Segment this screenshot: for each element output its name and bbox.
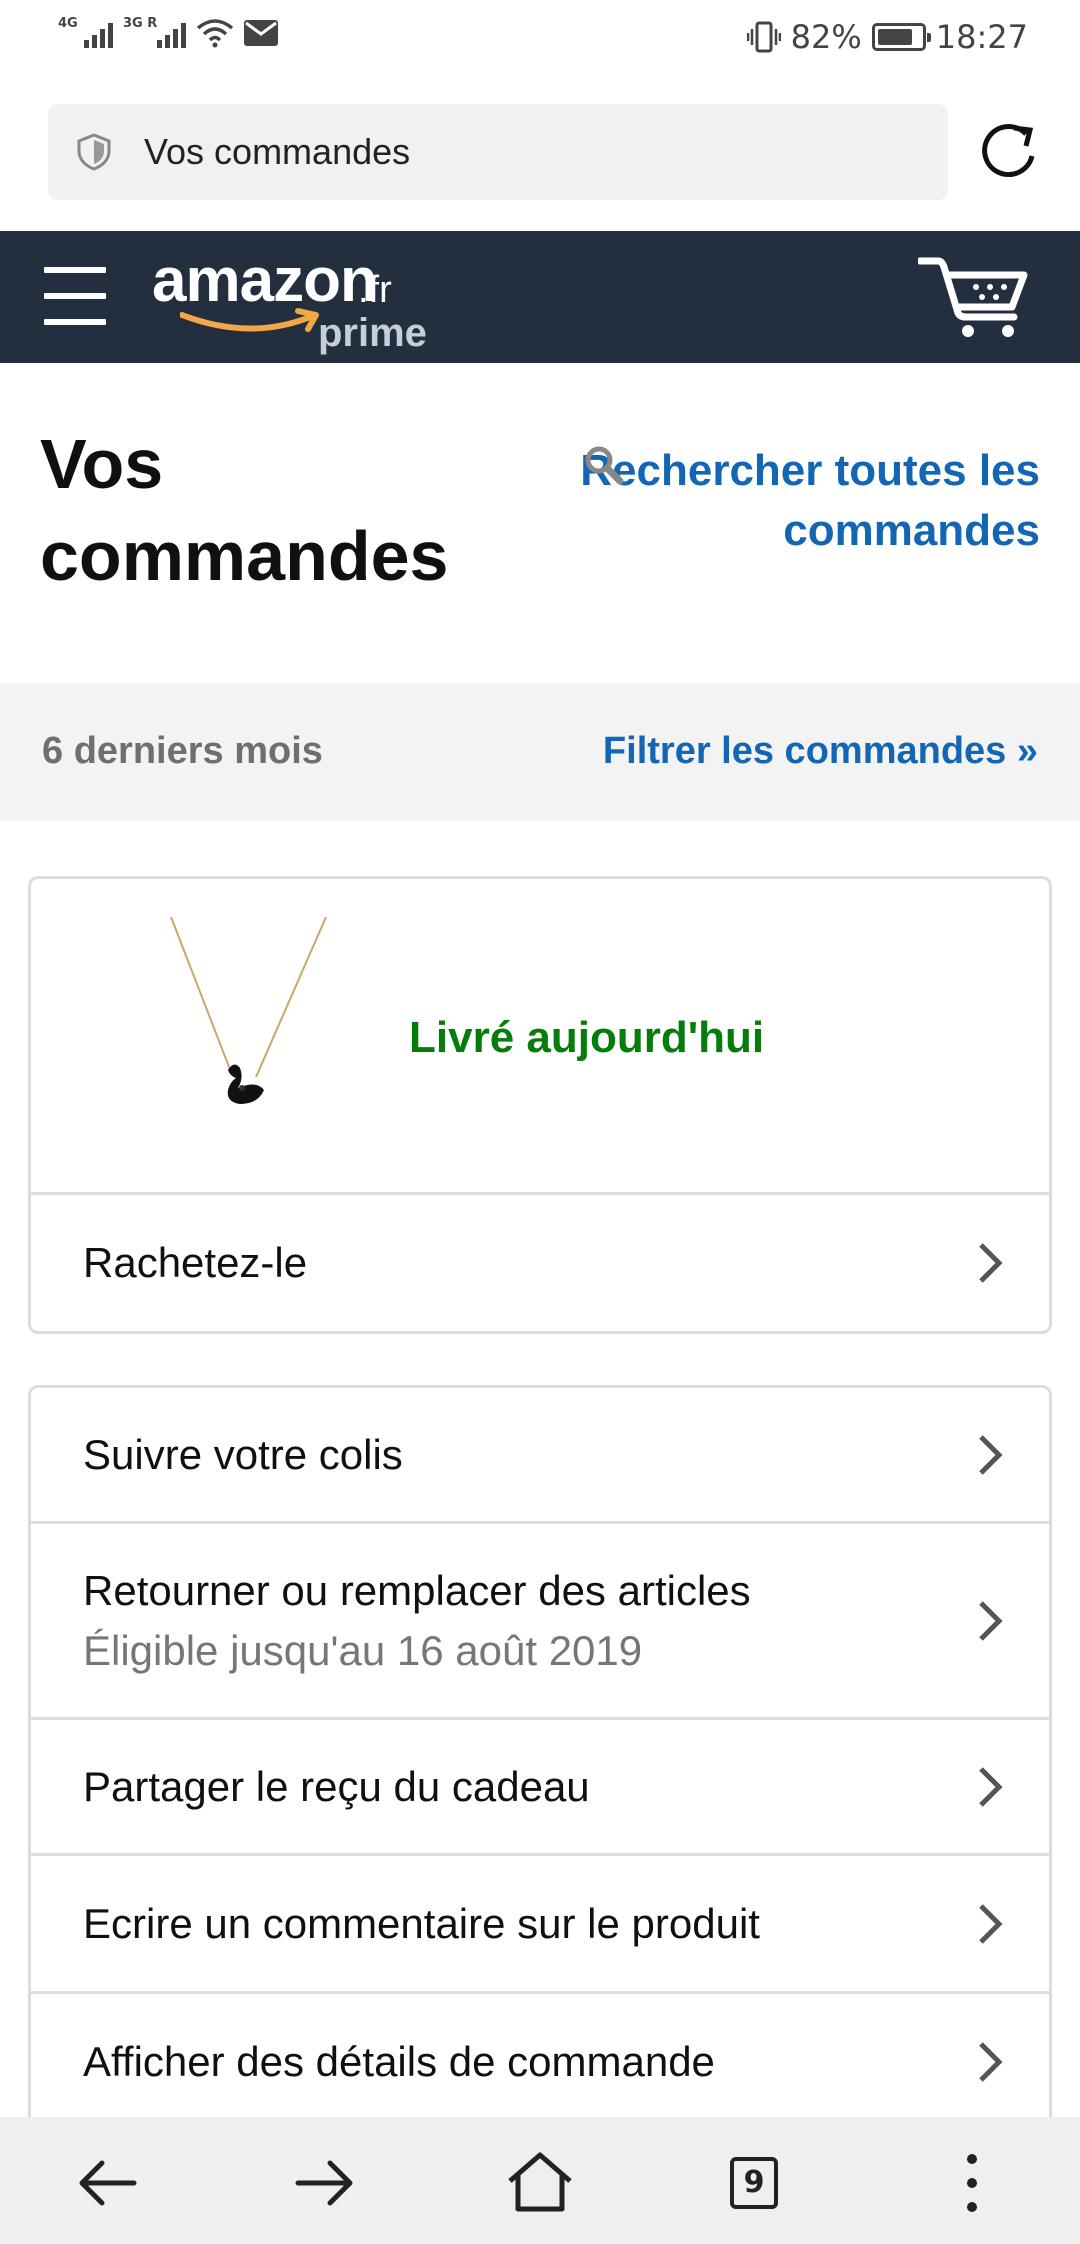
battery-icon xyxy=(871,23,931,51)
signal-icon: 3G R xyxy=(123,16,186,48)
logo-prime: prime xyxy=(318,311,427,355)
chevron-right-icon xyxy=(979,2042,1003,2082)
wifi-icon xyxy=(196,19,234,48)
buy-again-label: Rachetez-le xyxy=(83,1239,308,1286)
browser-url-bar: Vos commandes xyxy=(0,80,1080,231)
back-arrow-icon[interactable] xyxy=(68,2143,148,2223)
smile-icon xyxy=(180,308,319,332)
page-heading-section: Vos commandes Rechercher toutes les comm… xyxy=(0,363,1080,683)
more-options-icon[interactable] xyxy=(932,2143,1012,2223)
shield-icon xyxy=(77,133,111,171)
product-image xyxy=(170,916,327,1104)
mail-icon xyxy=(244,20,278,46)
action-label: Afficher des détails de commande xyxy=(83,2038,715,2085)
order-details-row[interactable]: Afficher des détails de commande xyxy=(31,1994,1049,2130)
amazon-header: amazon .fr prime xyxy=(0,231,1080,363)
status-right: 82% 18:27 xyxy=(746,18,1028,56)
logo-word: amazon xyxy=(152,246,378,315)
chevron-right-icon xyxy=(979,1766,1003,1807)
chevron-right-icon xyxy=(979,1903,1003,1944)
forward-arrow-icon[interactable] xyxy=(284,2143,364,2223)
status-left: 4G 3G R xyxy=(58,16,278,48)
return-replace-row[interactable]: Retourner ou remplacer des articles Élig… xyxy=(31,1524,1049,1720)
search-all-label: Rechercher toutes les commandes xyxy=(580,446,1040,555)
action-label: Suivre votre colis xyxy=(83,1430,403,1478)
logo-tld: .fr xyxy=(358,269,392,311)
browser-bottom-nav: 9 xyxy=(0,2117,1080,2244)
signal-label: 4G xyxy=(58,16,78,31)
status-bar: 4G 3G R 82% 18:27 xyxy=(0,0,1080,80)
home-icon[interactable] xyxy=(500,2143,580,2223)
vibrate-icon xyxy=(746,21,781,53)
signal-label: 3G R xyxy=(123,16,158,31)
page-title: Vos commandes xyxy=(40,425,449,595)
chevron-right-icon xyxy=(979,1600,1003,1641)
search-icon xyxy=(585,446,624,485)
battery-percent: 82% xyxy=(790,18,862,56)
order-card: Livré aujourd'hui Rachetez-le xyxy=(28,876,1052,1334)
filter-orders-link[interactable]: Filtrer les commandes » xyxy=(603,730,1038,773)
action-label: Retourner ou remplacer des articles xyxy=(83,1566,751,1614)
amazon-logo[interactable]: amazon .fr prime xyxy=(152,245,452,355)
buy-again-row[interactable]: Rachetez-le xyxy=(31,1195,1049,1331)
write-review-row[interactable]: Ecrire un commentaire sur le produit xyxy=(31,1856,1049,1994)
url-text: Vos commandes xyxy=(144,131,411,172)
chevron-right-icon xyxy=(979,1434,1003,1475)
chevron-right-icon xyxy=(979,1243,1003,1283)
track-package-row[interactable]: Suivre votre colis xyxy=(31,1388,1049,1524)
clock: 18:27 xyxy=(935,18,1028,56)
period-label: 6 derniers mois xyxy=(42,730,323,772)
search-all-orders-link[interactable]: Rechercher toutes les commandes xyxy=(580,441,1040,561)
action-label: Ecrire un commentaire sur le produit xyxy=(83,1899,760,1947)
menu-icon[interactable] xyxy=(44,267,106,327)
action-label: Partager le reçu du cadeau xyxy=(83,1762,590,1810)
filter-bar: 6 derniers mois Filtrer les commandes » xyxy=(0,683,1080,821)
order-product[interactable]: Livré aujourd'hui xyxy=(31,879,1049,1195)
return-text: Retourner ou remplacer des articles Élig… xyxy=(83,1561,751,1681)
tabs-count-button[interactable]: 9 xyxy=(730,2157,778,2209)
cart-icon[interactable] xyxy=(918,255,1028,341)
order-actions-card: Suivre votre colis Retourner ou remplace… xyxy=(28,1385,1052,2244)
return-eligibility: Éligible jusqu'au 16 août 2019 xyxy=(83,1626,643,1674)
reload-icon[interactable] xyxy=(974,118,1042,186)
share-gift-receipt-row[interactable]: Partager le reçu du cadeau xyxy=(31,1720,1049,1856)
address-field[interactable]: Vos commandes xyxy=(48,104,948,200)
battery-fill xyxy=(877,29,913,45)
signal-icon: 4G xyxy=(58,16,113,48)
delivery-status: Livré aujourd'hui xyxy=(409,1013,765,1062)
